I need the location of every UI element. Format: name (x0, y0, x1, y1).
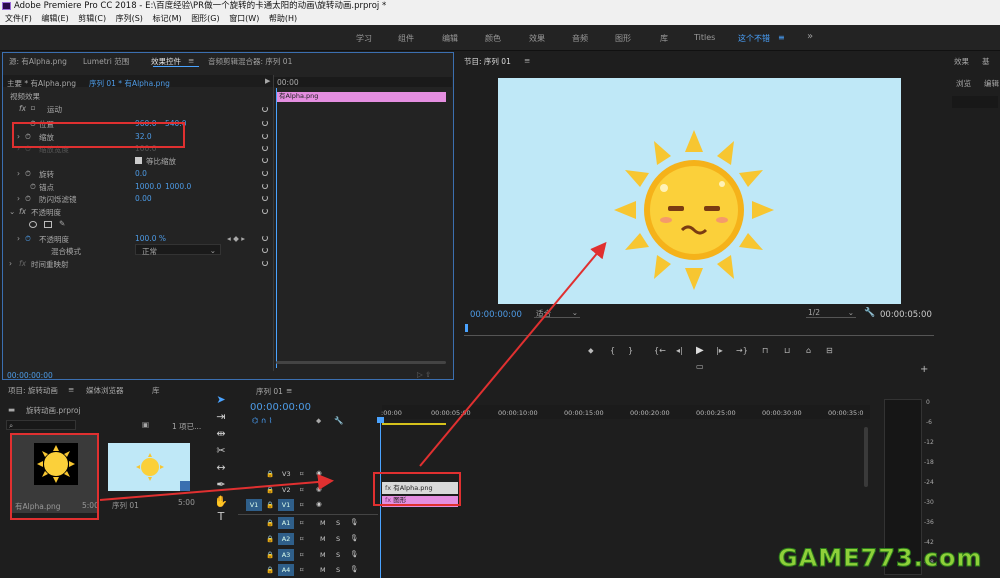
watermark-logo: GAME773.com (778, 544, 983, 573)
arrow-to-program (419, 241, 607, 467)
arrow-to-timeline (99, 474, 334, 501)
annotation-arrows (99, 241, 607, 501)
